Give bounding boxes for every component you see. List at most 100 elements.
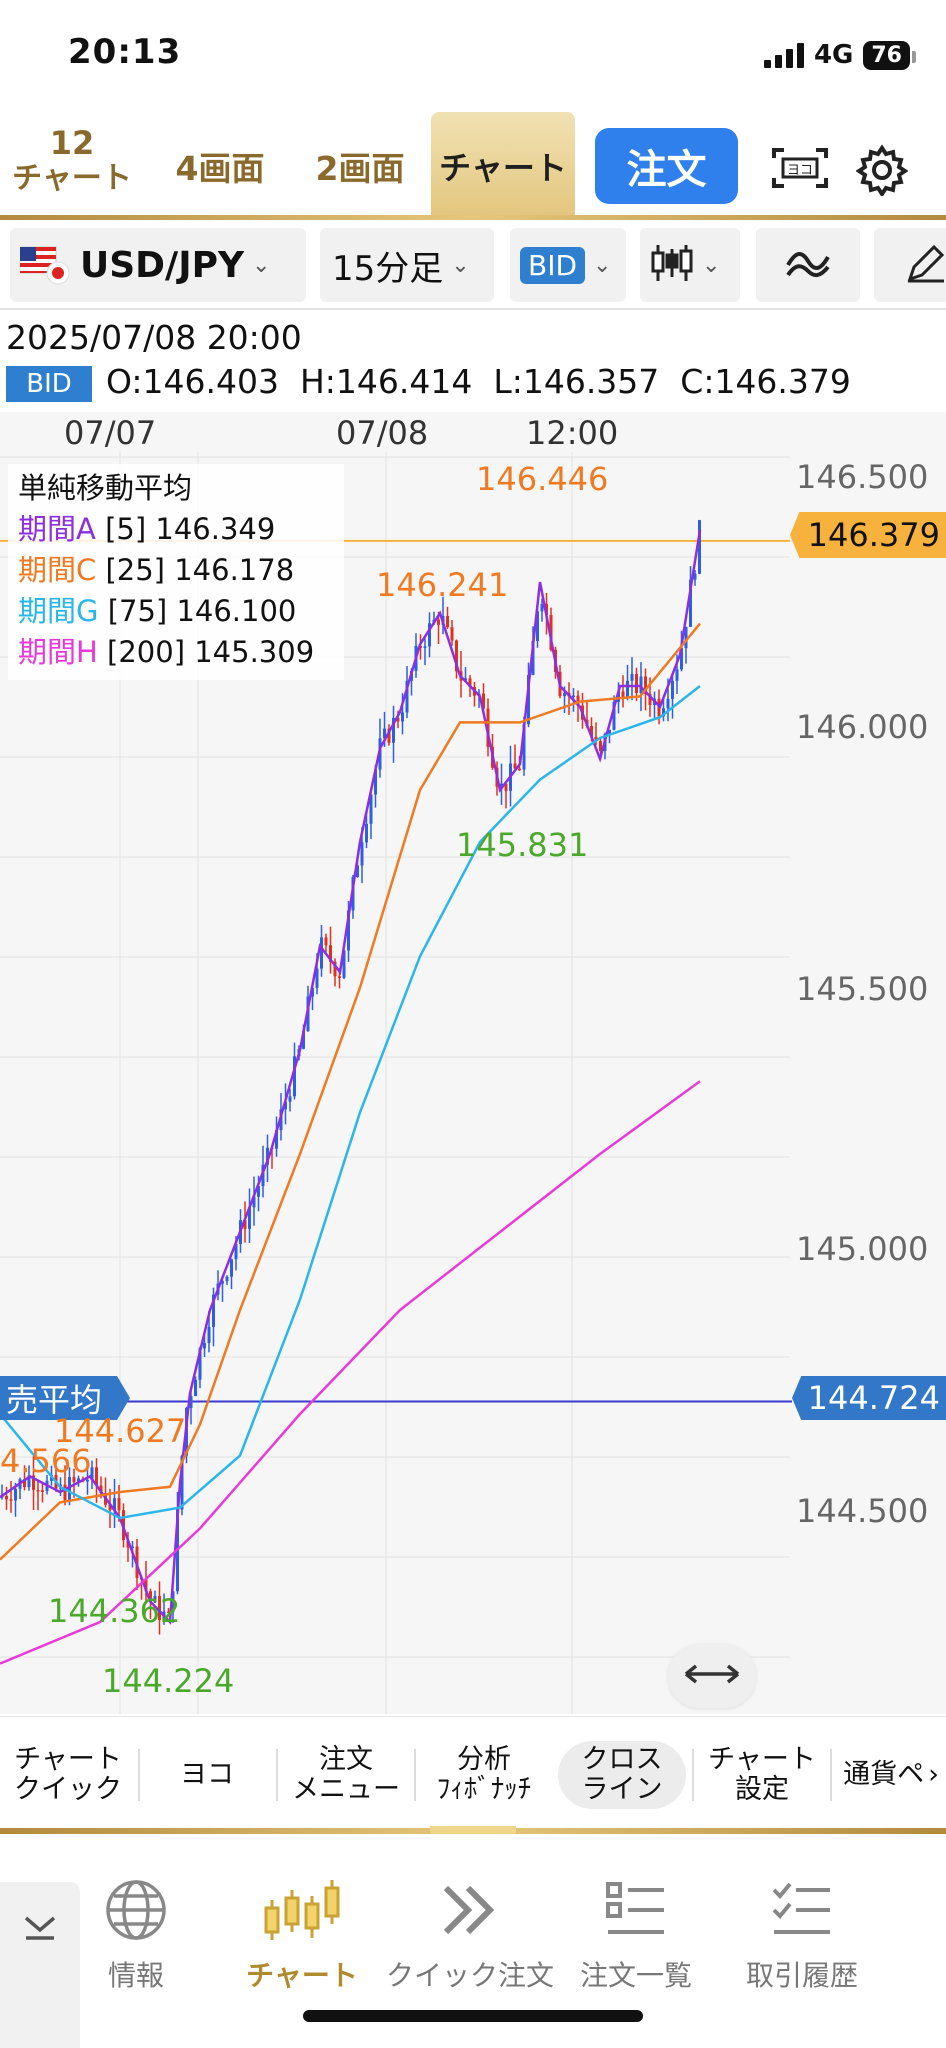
- high-annotation: 146.446: [476, 460, 609, 498]
- candle-body: [423, 646, 427, 648]
- candle-body: [450, 627, 454, 641]
- chart-count: 12: [49, 124, 95, 162]
- candle-body: [5, 1496, 8, 1500]
- tab-two-screen[interactable]: 2画面: [300, 142, 420, 190]
- chart-quick-button[interactable]: チャート クイック: [4, 1741, 132, 1809]
- horizontal-scroll-handle[interactable]: [668, 1644, 756, 1708]
- candle-body: [630, 673, 634, 681]
- tab-info[interactable]: 情報: [56, 1878, 216, 1994]
- price-axis-label: 146.000: [796, 708, 929, 746]
- tab-four-screen[interactable]: 4画面: [160, 142, 280, 190]
- gear-icon[interactable]: [855, 144, 909, 198]
- indicator-button[interactable]: [756, 228, 860, 302]
- candle-body: [225, 1276, 229, 1282]
- price-axis-label: 145.000: [796, 1230, 929, 1268]
- chart-toolbar: USD/JPY ⌄ 15分足 ⌄ BID ⌄ ⌄: [0, 222, 946, 310]
- pair-selector[interactable]: USD/JPY ⌄: [10, 228, 306, 302]
- low-annotation-2: 144.224: [102, 1662, 235, 1700]
- chart-type-selector[interactable]: ⌄: [640, 228, 740, 302]
- ma-line-a: [0, 529, 702, 1625]
- sell-avg-price: 144.724: [807, 1379, 940, 1417]
- candle-body: [360, 842, 364, 866]
- legend-item: 期間G [75] 146.100: [18, 594, 297, 628]
- svg-text:ヨコ: ヨコ: [787, 163, 813, 178]
- legend-item: 期間A [5] 146.349: [18, 512, 276, 546]
- candle-body: [230, 1259, 233, 1277]
- tab-chart-label: チャート: [246, 1959, 358, 1992]
- home-indicator: [303, 2010, 643, 2022]
- candle-body: [36, 1489, 40, 1492]
- candle-body: [540, 603, 544, 612]
- candle-body: [117, 1498, 121, 1511]
- price-chart[interactable]: 07/07 07/08 12:00 単純移動平均 期間A [5] 146.349…: [0, 412, 946, 1714]
- timeframe-label: 15分足: [332, 248, 444, 289]
- divider: [692, 1749, 694, 1801]
- candle-body: [446, 615, 449, 628]
- ma-legend[interactable]: 単純移動平均 期間A [5] 146.349 期間C [25] 146.178 …: [8, 464, 344, 680]
- ma-line-h: [0, 1080, 701, 1665]
- candle-body: [437, 619, 440, 625]
- currency-pair-button[interactable]: 通貨ペ ›: [836, 1741, 946, 1809]
- chart-count-label: チャート: [12, 161, 132, 196]
- chart-settings-button[interactable]: チャート 設定: [698, 1741, 826, 1809]
- candle-body: [203, 1343, 206, 1349]
- candle-body: [338, 976, 341, 978]
- landscape-button[interactable]: ヨコ: [144, 1741, 270, 1809]
- candle-body: [63, 1484, 67, 1501]
- price-axis-label: 145.500: [796, 970, 929, 1008]
- candle-body: [671, 680, 674, 699]
- candle-body: [207, 1326, 211, 1344]
- divider: [138, 1749, 140, 1801]
- tab-order-list-label: 注文一覧: [579, 1959, 692, 1992]
- candle-body: [666, 698, 670, 709]
- candle-body: [86, 1479, 89, 1482]
- legend-item: 期間H [200] 145.309: [18, 635, 315, 669]
- legend-item: 期間C [25] 146.178: [18, 553, 295, 587]
- network-type: 4G: [813, 40, 854, 70]
- order-menu-button[interactable]: 注文 メニュー: [282, 1741, 410, 1809]
- landscape-icon[interactable]: ヨコ: [770, 146, 830, 190]
- candle-body: [194, 1379, 197, 1397]
- candle-body: [365, 823, 368, 843]
- candlestick-icon: [650, 243, 694, 287]
- tab-trade-history[interactable]: 取引履歴: [722, 1878, 882, 1994]
- candle-body: [14, 1488, 17, 1501]
- timeframe-selector[interactable]: 15分足 ⌄: [320, 228, 494, 302]
- order-button[interactable]: 注文: [595, 128, 738, 204]
- candle-body: [626, 680, 629, 699]
- pair-label: USD/JPY: [80, 244, 245, 286]
- price-axis-label: 144.500: [796, 1492, 929, 1530]
- price-type-selector[interactable]: BID ⌄: [510, 228, 626, 302]
- candle-body: [41, 1490, 44, 1492]
- tab-quick-order-label: クイック注文: [385, 1959, 554, 1992]
- tab-order-list[interactable]: 注文一覧: [556, 1878, 716, 1994]
- divider: [414, 1749, 416, 1801]
- tab-chart-bottom[interactable]: チャート: [222, 1878, 382, 1994]
- candle-body: [518, 768, 521, 771]
- tab-quick-order[interactable]: クイック注文: [370, 1878, 570, 1994]
- top-nav: 12 チャート 4画面 2画面 チャート 注文 ヨコ: [0, 108, 946, 220]
- indicator-wave-icon: [784, 243, 832, 287]
- date-label-1200: 12:00: [526, 414, 619, 452]
- mid-high-annotation: 146.241: [376, 566, 509, 604]
- tab-chart[interactable]: チャート: [431, 112, 575, 220]
- pencil-icon: [904, 241, 946, 289]
- ohlc-values: O:146.403 H:146.414 L:146.357 C:146.379: [106, 362, 851, 401]
- chevron-right-icon: ›: [928, 1759, 939, 1790]
- tab-multi-chart[interactable]: 12 チャート: [6, 126, 138, 198]
- globe-icon: [104, 1880, 168, 1946]
- collapse-down-icon: [22, 1912, 58, 2048]
- chevron-down-icon: ⌄: [593, 252, 612, 278]
- candle-body: [320, 937, 323, 969]
- current-price: 146.379: [807, 516, 940, 554]
- date-label-0708: 07/08: [336, 414, 429, 452]
- candle-body: [572, 695, 575, 698]
- drawing-tool-button[interactable]: [874, 228, 946, 302]
- ohlc-datetime: 2025/07/08 20:00: [6, 318, 302, 357]
- analysis-fibonacci-button[interactable]: 分析 ﾌｨﾎﾞﾅｯﾁ: [420, 1741, 548, 1809]
- double-arrow-icon: [684, 1663, 740, 1689]
- crossline-button[interactable]: クロス ライン: [558, 1741, 686, 1809]
- signal-icon: [763, 42, 804, 68]
- candle-body: [675, 669, 679, 681]
- double-chevron-right-icon: [438, 1885, 502, 1946]
